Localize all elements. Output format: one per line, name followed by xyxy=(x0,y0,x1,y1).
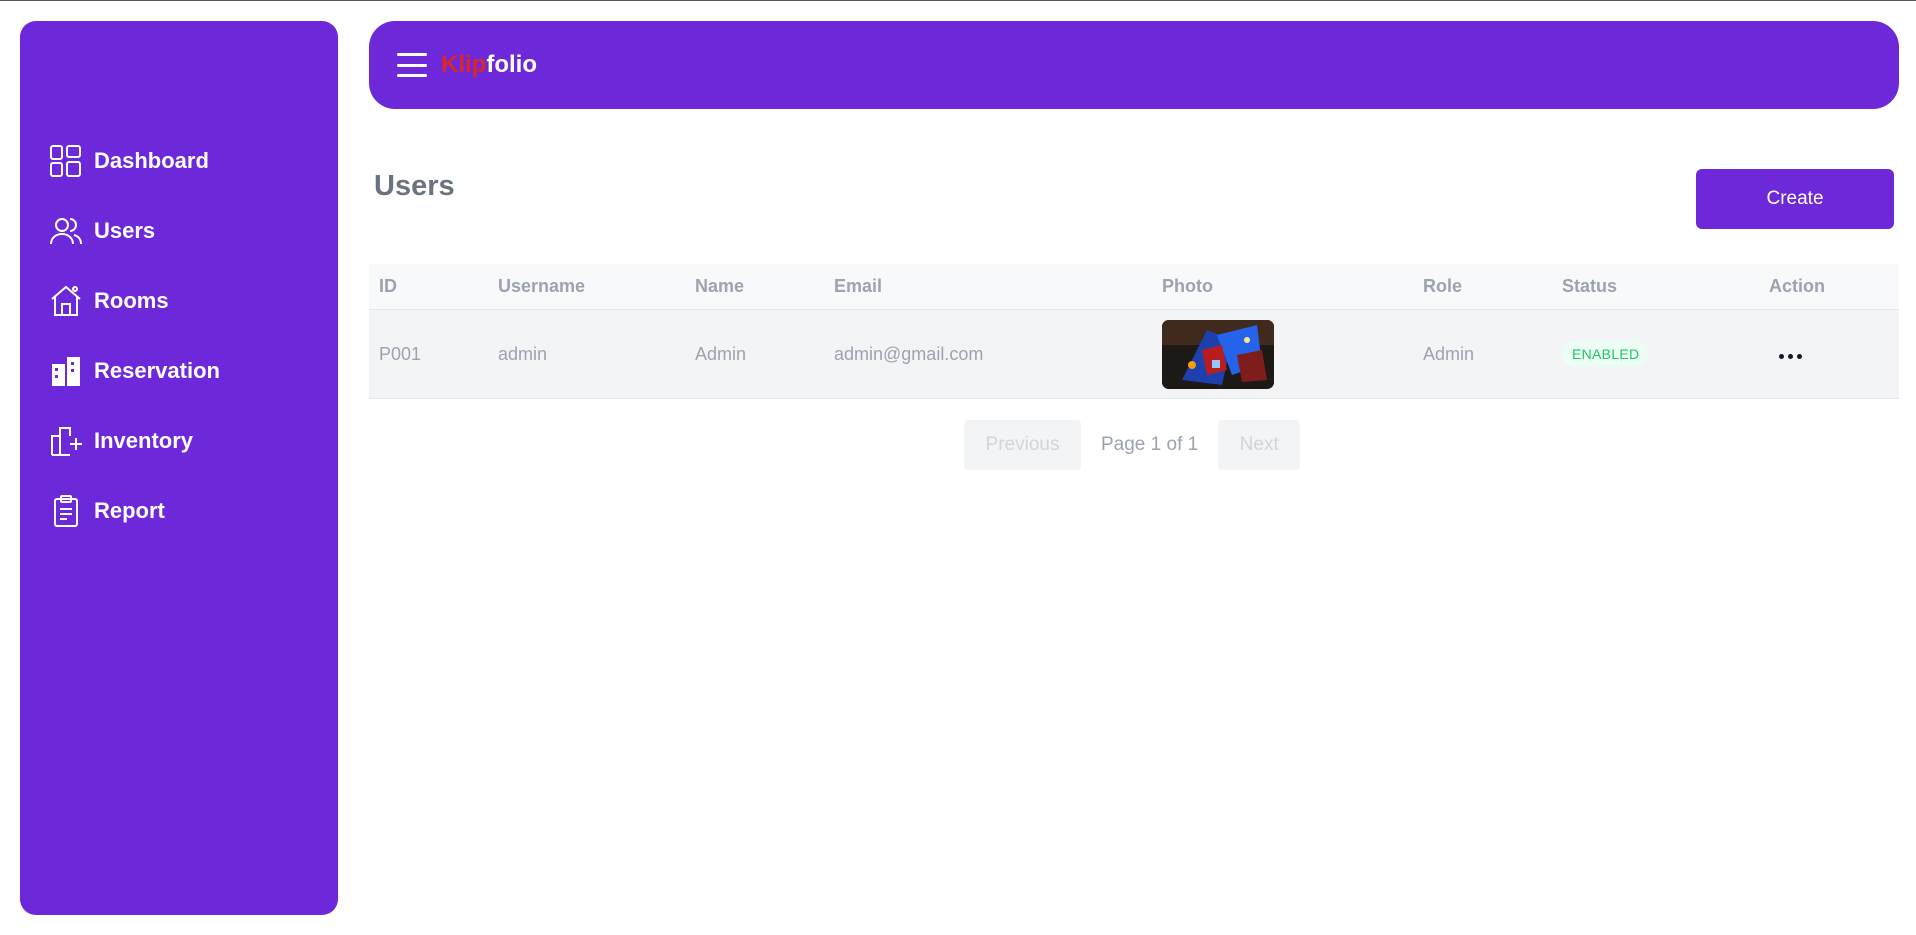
pagination: Previous Page 1 of 1 Next xyxy=(964,420,1301,470)
cell-username: admin xyxy=(498,343,548,364)
next-page-button[interactable]: Next xyxy=(1218,420,1301,470)
users-icon xyxy=(48,213,84,249)
sidebar-item-dashboard[interactable]: Dashboard xyxy=(20,126,338,196)
sidebar-item-label: Users xyxy=(94,218,156,243)
column-header-status: Status xyxy=(1562,276,1618,296)
column-header-username: Username xyxy=(498,276,586,296)
sidebar-item-users[interactable]: Users xyxy=(20,196,338,266)
page-indicator: Page 1 of 1 xyxy=(1101,434,1199,455)
column-header-name: Name xyxy=(695,276,745,296)
clipboard-icon xyxy=(48,493,84,529)
users-table: ID Username Name Email Photo Role Status… xyxy=(369,264,1899,399)
create-button[interactable]: Create xyxy=(1696,169,1894,229)
page-title: Users xyxy=(374,170,455,202)
window-top-border xyxy=(0,0,1916,1)
sidebar-item-label: Report xyxy=(94,498,165,523)
cell-photo xyxy=(1152,319,1413,389)
user-photo-thumbnail[interactable] xyxy=(1162,319,1274,389)
previous-page-button[interactable]: Previous xyxy=(964,420,1081,470)
sidebar-item-label: Inventory xyxy=(94,428,194,453)
hamburger-menu-icon[interactable] xyxy=(397,53,427,77)
sidebar: Dashboard Users Rooms Reservation Invent… xyxy=(20,21,338,915)
house-icon xyxy=(48,283,84,319)
status-badge: ENABLED xyxy=(1562,341,1650,367)
sidebar-item-rooms[interactable]: Rooms xyxy=(20,266,338,336)
inventory-add-icon xyxy=(48,423,84,459)
dashboard-icon xyxy=(48,143,84,179)
column-header-action: Action xyxy=(1769,276,1825,296)
sidebar-item-label: Dashboard xyxy=(94,148,209,173)
sidebar-item-reservation[interactable]: Reservation xyxy=(20,336,338,406)
cell-role: Admin xyxy=(1423,343,1475,364)
brand-name-part1: Klip xyxy=(441,51,487,78)
cell-status: ENABLED xyxy=(1552,341,1759,367)
sidebar-item-label: Reservation xyxy=(94,358,220,383)
sidebar-nav: Dashboard Users Rooms Reservation Invent… xyxy=(20,126,338,546)
column-header-id: ID xyxy=(379,276,397,296)
column-header-email: Email xyxy=(834,276,883,296)
brand-logo[interactable]: Klipfolio xyxy=(441,51,537,79)
table-row[interactable]: P001 admin Admin admin@gmail.com Admin E… xyxy=(369,310,1899,399)
sidebar-item-inventory[interactable]: Inventory xyxy=(20,406,338,476)
sidebar-item-label: Rooms xyxy=(94,288,169,313)
more-options-icon[interactable] xyxy=(1777,348,1804,365)
cell-email: admin@gmail.com xyxy=(834,343,984,364)
cell-id: P001 xyxy=(379,343,422,364)
top-header: Klipfolio xyxy=(369,21,1899,109)
building-icon xyxy=(48,353,84,389)
table-header-row: ID Username Name Email Photo Role Status… xyxy=(369,264,1899,310)
column-header-role: Role xyxy=(1423,276,1463,296)
brand-name-part2: folio xyxy=(486,51,537,78)
column-header-photo: Photo xyxy=(1162,276,1213,296)
cell-name: Admin xyxy=(695,343,747,364)
cell-action xyxy=(1759,343,1899,365)
sidebar-item-report[interactable]: Report xyxy=(20,476,338,546)
